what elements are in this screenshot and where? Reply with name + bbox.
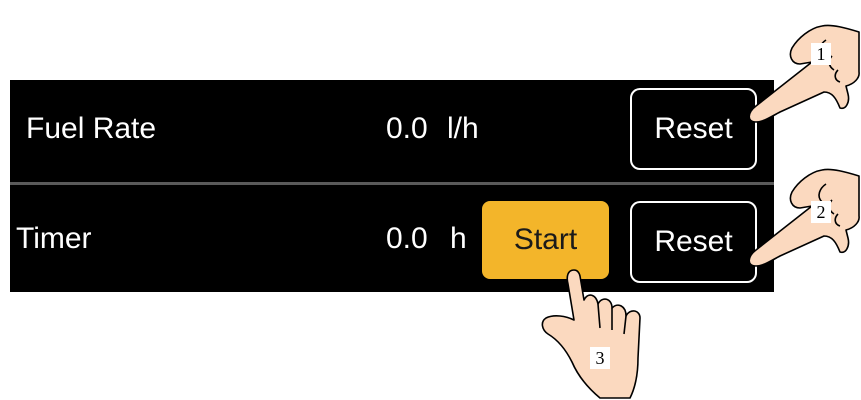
callout-number: 3 (590, 347, 610, 369)
fuel-rate-value: 0.0 (386, 112, 428, 145)
fuel-rate-unit: l/h (447, 112, 479, 145)
pointing-hand-icon (748, 24, 860, 123)
callout-number: 2 (811, 201, 831, 223)
timer-label: Timer (16, 222, 92, 255)
fuel-rate-label: Fuel Rate (26, 112, 157, 145)
timer-value: 0.0 (386, 222, 428, 255)
timer-unit: h (450, 222, 467, 255)
pointing-hand-icon (541, 269, 641, 399)
pointing-hand-icon (748, 168, 860, 267)
callout-number: 1 (811, 43, 831, 65)
